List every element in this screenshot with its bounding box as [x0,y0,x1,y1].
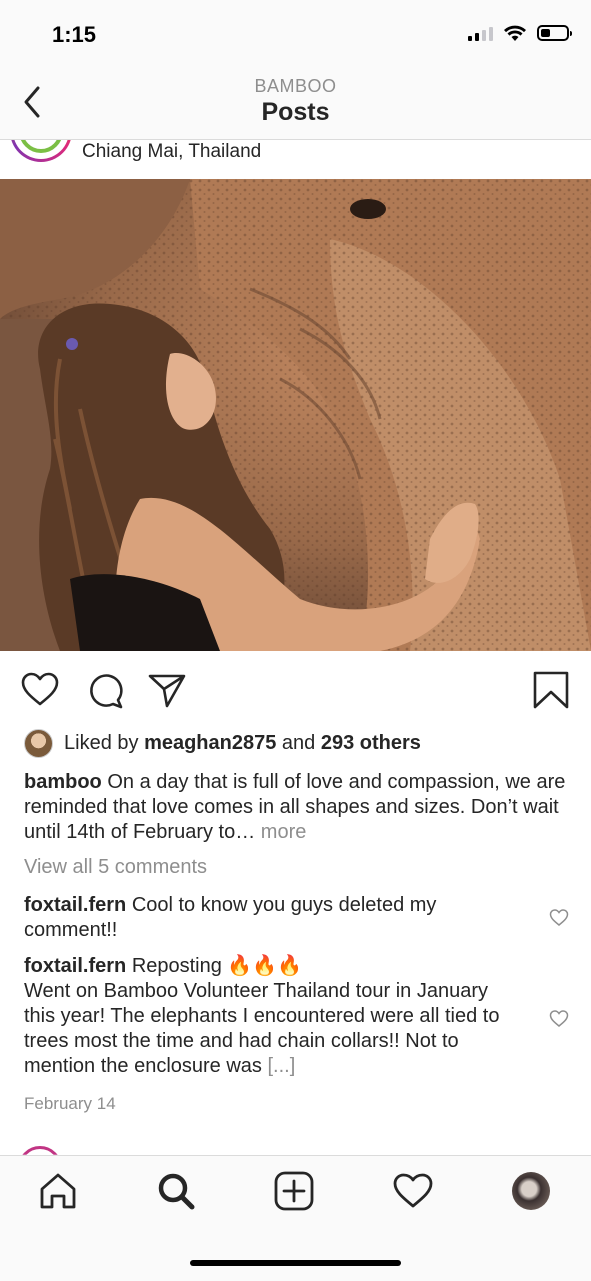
view-all-comments-link[interactable]: View all 5 comments [24,856,207,879]
post-caption: bamboo On a day that is full of love and… [24,770,572,845]
comment-truncated-marker[interactable]: [...] [267,1055,295,1077]
profile-avatar[interactable] [512,1172,550,1210]
cellular-signal-icon [468,25,493,41]
wifi-icon [504,25,526,41]
nav-subtitle: BAMBOO [254,76,337,96]
comment-like-heart-icon[interactable] [549,908,569,928]
activity-heart-icon[interactable] [392,1170,434,1212]
paper-plane-icon[interactable] [147,670,187,710]
liker-avatar [24,728,53,758]
comment-like-heart-icon[interactable] [549,1009,569,1029]
search-icon[interactable] [155,1170,197,1212]
comment-bubble-icon[interactable] [85,670,125,710]
heart-icon[interactable] [20,670,60,710]
likes-and: and [281,731,316,754]
post-location[interactable]: Chiang Mai, Thailand [82,141,261,163]
comment-text: Reposting 🔥🔥🔥 [131,955,303,977]
caption-more-link[interactable]: more [261,821,307,843]
post-actions [0,662,591,716]
status-time: 1:15 [52,22,97,47]
liker-username[interactable]: meaghan2875 [144,732,276,755]
comment-item: foxtail.fern Reposting 🔥🔥🔥 Went on Bambo… [24,954,524,1079]
tab-bar [0,1155,591,1281]
caption-username[interactable]: bamboo [24,771,102,793]
likes-summary[interactable]: Liked by meaghan2875 and 293 others [24,728,421,758]
home-icon[interactable] [37,1170,79,1212]
status-icons [468,24,572,42]
post-photo[interactable] [0,179,591,651]
post-date: February 14 [24,1094,116,1113]
comment-username[interactable]: foxtail.fern [24,955,126,977]
status-bar: 1:15 [0,0,591,70]
battery-icon [537,25,572,41]
likes-prefix: Liked by [64,731,139,754]
bookmark-icon[interactable] [531,670,571,710]
comment-item: foxtail.fern Cool to know you guys delet… [24,893,524,943]
home-indicator [190,1260,401,1266]
comment-username[interactable]: foxtail.fern [24,894,126,916]
elephant-and-woman-image [0,179,591,651]
comment-text-continued: Went on Bamboo Volunteer Thailand tour i… [24,980,500,1077]
nav-bar: BAMBOO Posts [0,70,591,140]
page-title: Posts [261,98,330,126]
likes-others[interactable]: 293 others [321,732,421,755]
add-post-icon[interactable] [273,1170,315,1212]
